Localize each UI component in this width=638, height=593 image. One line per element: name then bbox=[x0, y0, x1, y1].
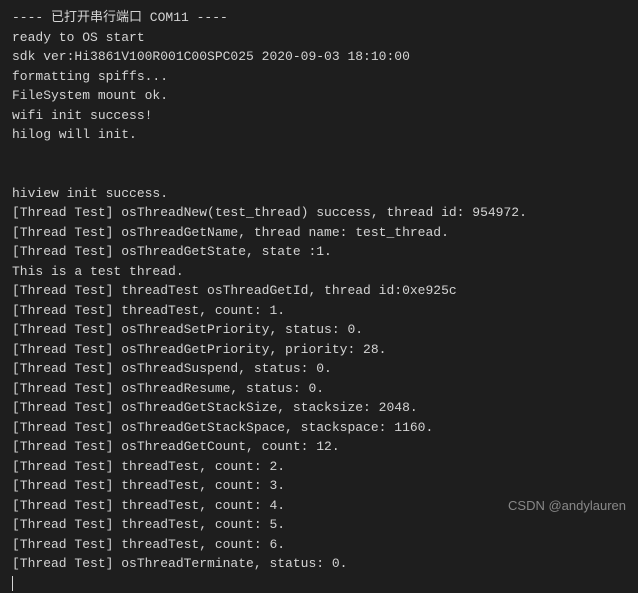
terminal-line: [Thread Test] threadTest, count: 6. bbox=[12, 535, 626, 555]
blank-line bbox=[12, 145, 626, 165]
terminal-line: hilog will init. bbox=[12, 125, 626, 145]
blank-line bbox=[12, 164, 626, 184]
terminal-line: [Thread Test] threadTest, count: 2. bbox=[12, 457, 626, 477]
terminal-line: hiview init success. bbox=[12, 184, 626, 204]
terminal-line: [Thread Test] threadTest osThreadGetId, … bbox=[12, 281, 626, 301]
terminal-line: ---- 已打开串行端口 COM11 ---- bbox=[12, 8, 626, 28]
terminal-line: [Thread Test] osThreadGetState, state :1… bbox=[12, 242, 626, 262]
terminal-line: [Thread Test] osThreadTerminate, status:… bbox=[12, 554, 626, 574]
terminal-line: [Thread Test] threadTest, count: 1. bbox=[12, 301, 626, 321]
cursor-line bbox=[12, 574, 626, 593]
terminal-line: [Thread Test] osThreadNew(test_thread) s… bbox=[12, 203, 626, 223]
terminal-line: [Thread Test] osThreadGetName, thread na… bbox=[12, 223, 626, 243]
terminal-line: formatting spiffs... bbox=[12, 67, 626, 87]
terminal-line: This is a test thread. bbox=[12, 262, 626, 282]
terminal-line: [Thread Test] threadTest, count: 5. bbox=[12, 515, 626, 535]
terminal-line: [Thread Test] osThreadResume, status: 0. bbox=[12, 379, 626, 399]
cursor bbox=[12, 576, 13, 591]
terminal-line: wifi init success! bbox=[12, 106, 626, 126]
terminal-line: [Thread Test] osThreadGetPriority, prior… bbox=[12, 340, 626, 360]
terminal-line: [Thread Test] osThreadSuspend, status: 0… bbox=[12, 359, 626, 379]
terminal-line: [Thread Test] threadTest, count: 3. bbox=[12, 476, 626, 496]
terminal-line: [Thread Test] osThreadGetStackSize, stac… bbox=[12, 398, 626, 418]
terminal-output[interactable]: ---- 已打开串行端口 COM11 ----ready to OS start… bbox=[12, 8, 626, 574]
terminal-line: sdk ver:Hi3861V100R001C00SPC025 2020-09-… bbox=[12, 47, 626, 67]
terminal-line: FileSystem mount ok. bbox=[12, 86, 626, 106]
terminal-line: [Thread Test] osThreadGetCount, count: 1… bbox=[12, 437, 626, 457]
terminal-line: [Thread Test] osThreadSetPriority, statu… bbox=[12, 320, 626, 340]
terminal-line: ready to OS start bbox=[12, 28, 626, 48]
terminal-line: [Thread Test] osThreadGetStackSpace, sta… bbox=[12, 418, 626, 438]
watermark: CSDN @andylauren bbox=[508, 496, 626, 516]
